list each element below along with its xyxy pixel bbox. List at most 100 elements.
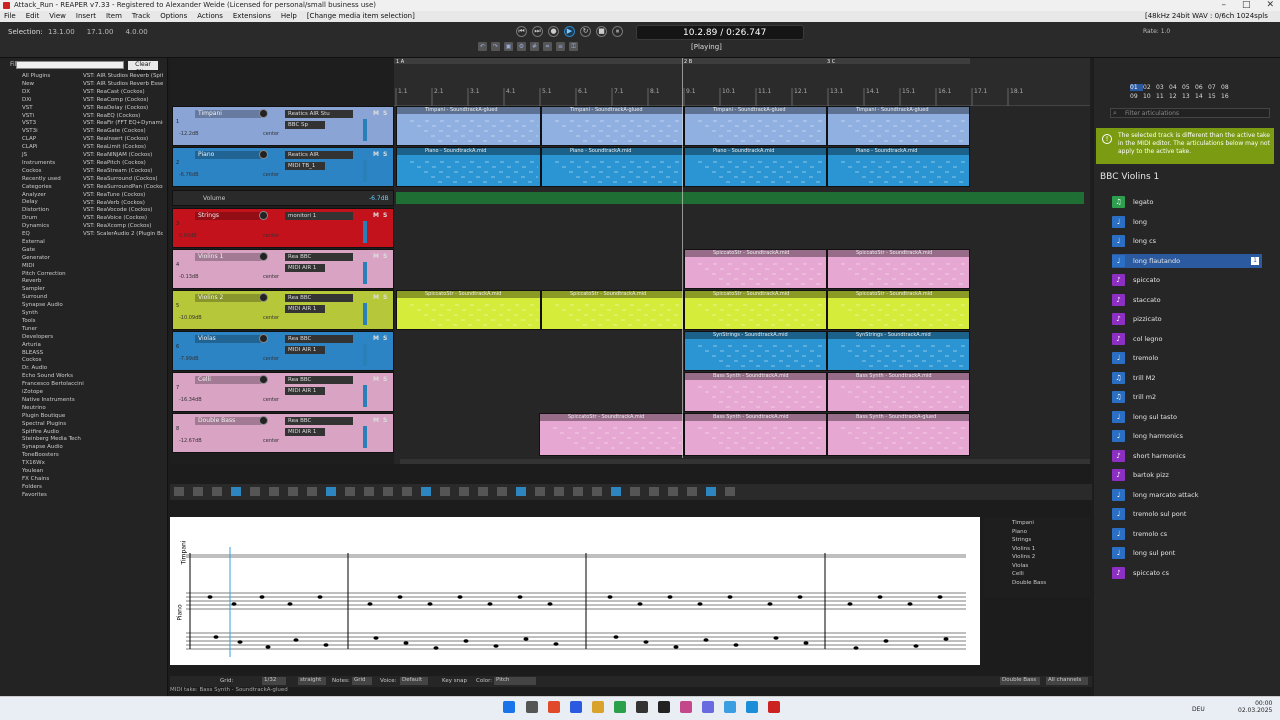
fx-category-item[interactable]: Generator — [22, 255, 50, 263]
channel-button[interactable]: 02 — [1143, 84, 1156, 91]
fx-category-item[interactable]: Spectral Plugins — [22, 421, 66, 429]
fx-category-item[interactable]: ToneBoosters — [22, 452, 59, 460]
rate-display[interactable]: Rate: 1.0 — [1143, 28, 1263, 36]
repeat-icon[interactable]: ↻ — [580, 26, 591, 37]
fx-category-item[interactable]: EQ — [22, 231, 30, 239]
fx-category-item[interactable]: Folders — [22, 484, 42, 492]
fx-plugin-item[interactable]: VST: ReaVerb (Cockos) — [83, 200, 163, 208]
media-item[interactable]: Timpani - SoundtrackA-glued — [396, 106, 541, 146]
fx-category-item[interactable]: Synth — [22, 310, 38, 318]
articulation-item[interactable]: ♩ tremolo — [1112, 351, 1262, 365]
fx-category-item[interactable]: Delay — [22, 199, 38, 207]
search-taskbar-icon[interactable] — [526, 701, 538, 713]
channel-button[interactable]: 03 — [1156, 84, 1169, 91]
terminal-icon[interactable] — [636, 701, 648, 713]
grid-icon[interactable]: # — [530, 42, 539, 51]
fx-slot-2[interactable]: MIDI AIR 1 — [285, 346, 325, 354]
solo-button[interactable]: S — [383, 151, 387, 158]
note-head[interactable] — [367, 602, 373, 606]
media-item[interactable]: SpiccatoStr - SoundtrackA.mid — [684, 290, 827, 330]
fx-category-item[interactable]: Reverb — [22, 278, 41, 286]
maximize-icon[interactable]: □ — [1242, 0, 1251, 11]
note-head[interactable] — [523, 637, 529, 641]
channel-button[interactable]: 09 — [1130, 93, 1143, 100]
menu-item[interactable]: Item — [106, 11, 122, 22]
close-icon[interactable]: ✕ — [1266, 0, 1274, 11]
note-head[interactable] — [403, 641, 409, 645]
media-item[interactable]: SpiccatoStr - SoundtrackA.mid — [539, 413, 684, 456]
note-head[interactable] — [943, 637, 949, 641]
solo-button[interactable]: S — [383, 294, 387, 301]
fx-category-item[interactable]: MIDI — [22, 263, 34, 271]
note-head[interactable] — [547, 602, 553, 606]
articulation-item[interactable]: ♪ spiccato — [1112, 273, 1262, 287]
channel-button[interactable]: 13 — [1182, 93, 1195, 100]
media-item[interactable]: SpiccatoStr - SoundtrackA.mid — [541, 290, 684, 330]
channel-button[interactable]: 05 — [1182, 84, 1195, 91]
articulation-item[interactable]: ♩ long — [1112, 215, 1262, 229]
track-name[interactable]: Celli — [195, 376, 261, 384]
track-select[interactable]: Double Bass — [1000, 677, 1040, 685]
fx-category-item[interactable]: Youlean — [22, 468, 43, 476]
media-item[interactable]: SpiccatoStr - SoundtrackA.mid — [684, 249, 827, 289]
note-head[interactable] — [317, 595, 323, 599]
note-head[interactable] — [803, 641, 809, 645]
articulation-item[interactable]: ♪ spiccato cs — [1112, 566, 1262, 580]
note-head[interactable] — [767, 602, 773, 606]
articulation-item[interactable]: ♪ col legno — [1112, 332, 1262, 346]
note-head[interactable] — [231, 602, 237, 606]
settings-icon[interactable]: ⚙ — [517, 42, 526, 51]
midi-tool-icon[interactable] — [269, 487, 279, 496]
track-header[interactable]: 1 Timpani Reatics AIR Stu M S -12.2dB center BB… — [172, 106, 394, 146]
note-head[interactable] — [703, 638, 709, 642]
mute-button[interactable]: M — [373, 417, 379, 424]
midi-tool-icon[interactable] — [345, 487, 355, 496]
mute-button[interactable]: M — [373, 335, 379, 342]
region-marker[interactable]: 1 A — [396, 59, 405, 65]
midi-tool-icon[interactable] — [307, 487, 317, 496]
volume-knob-icon[interactable] — [259, 375, 268, 384]
note-head[interactable] — [207, 595, 213, 599]
volume-envelope-bar[interactable] — [396, 192, 1084, 204]
note-head[interactable] — [907, 602, 913, 606]
fx-plugin-item[interactable]: VST: ReaVoice (Cockos) — [83, 215, 163, 223]
menu-options[interactable]: Options — [160, 11, 187, 22]
track-name[interactable]: Strings — [195, 212, 261, 220]
fx-plugin-item[interactable]: VST: ScalerAudio 2 (Plugin Boutique) — [83, 231, 163, 238]
minimize-icon[interactable]: – — [1221, 0, 1226, 11]
articulation-item[interactable]: ♩ long harmonics — [1112, 429, 1262, 443]
clear-filter-button[interactable]: Clear filter — [128, 61, 158, 76]
fx-plugin-item[interactable]: VST: AIR Studios Reverb (Spitfire) — [83, 73, 163, 81]
fx-slot[interactable]: Reatics AIR Stu — [285, 110, 353, 118]
note-head[interactable] — [637, 602, 643, 606]
fx-plugin-item[interactable]: VST: ReaPitch (Cockos) — [83, 160, 163, 168]
articulation-item[interactable]: ♫ trill m2 — [1112, 390, 1262, 404]
edge-icon[interactable] — [570, 701, 582, 713]
mute-button[interactable]: M — [373, 294, 379, 301]
articulation-item[interactable]: ♩ tremolo cs — [1112, 527, 1262, 541]
horizontal-scrollbar[interactable] — [400, 459, 1090, 464]
midi-tool-icon[interactable] — [231, 487, 241, 496]
midi-tool-icon[interactable] — [459, 487, 469, 496]
note-head[interactable] — [643, 640, 649, 644]
track-header[interactable]: 6 Violas Rea BBC M S -7.99dB center MIDI AIR 1 — [172, 331, 394, 371]
ripple-icon[interactable]: ≡ — [556, 42, 565, 51]
selection-end[interactable]: 17.1.00 — [87, 28, 114, 36]
record-icon[interactable]: ● — [548, 26, 559, 37]
fx-category-item[interactable]: Cockos — [22, 357, 41, 365]
note-head[interactable] — [773, 636, 779, 640]
fx-category-item[interactable]: Arturia — [22, 342, 41, 350]
note-head[interactable] — [733, 643, 739, 647]
channel-button[interactable]: 07 — [1208, 84, 1221, 91]
midi-track-item[interactable]: Piano — [1012, 529, 1027, 535]
language-indicator[interactable]: DEU — [1192, 706, 1205, 713]
fx-category-item[interactable]: Plugin Boutique — [22, 413, 65, 421]
fx-category-item[interactable]: Tools — [22, 318, 36, 326]
note-head[interactable] — [433, 646, 439, 650]
menu-view[interactable]: View — [49, 11, 66, 22]
fx-category-item[interactable]: Distortion — [22, 207, 49, 215]
snap-icon[interactable]: ⌗ — [543, 42, 552, 51]
midi-track-item[interactable]: Timpani — [1012, 520, 1034, 526]
note-head[interactable] — [913, 644, 919, 648]
fx-category-item[interactable]: Gate — [22, 247, 35, 255]
